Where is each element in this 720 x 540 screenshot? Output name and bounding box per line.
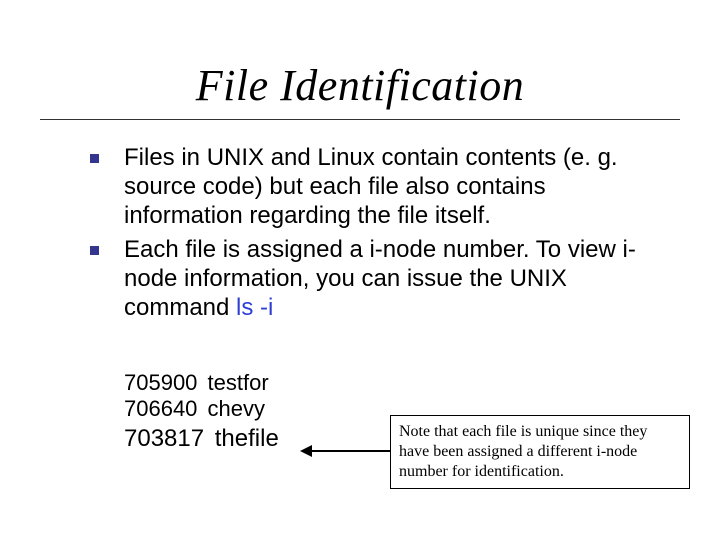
slide: File Identification Files in UNIX and Li…: [0, 0, 720, 540]
arrow-head: [300, 445, 312, 457]
arrow-shaft: [310, 450, 396, 452]
inode-row: 703817 thefile: [124, 425, 279, 454]
bullet-text: Files in UNIX and Linux contain contents…: [124, 144, 618, 229]
inode-filename: chevy: [208, 396, 265, 421]
inode-listing: 705900 testfor 706640 chevy 703817 thefi…: [124, 370, 279, 454]
title-underline: [40, 119, 680, 120]
inode-number: 706640: [124, 396, 197, 421]
inode-row: 705900 testfor: [124, 370, 279, 396]
bullet-text: Each file is assigned a i-node number. T…: [124, 236, 636, 321]
inode-number: 703817: [124, 425, 204, 452]
inode-row: 706640 chevy: [124, 396, 279, 422]
bullet-item: Each file is assigned a i-node number. T…: [90, 236, 656, 322]
inode-filename: testfor: [208, 370, 269, 395]
note-box: Note that each file is unique since they…: [390, 415, 690, 489]
arrow-left-icon: [300, 445, 396, 457]
slide-title: File Identification: [0, 0, 720, 119]
inode-number: 705900: [124, 370, 197, 395]
square-bullet-icon: [90, 154, 99, 163]
command-text: ls -i: [236, 294, 273, 321]
bullet-item: Files in UNIX and Linux contain contents…: [90, 144, 656, 230]
bullet-list: Files in UNIX and Linux contain contents…: [0, 144, 720, 323]
square-bullet-icon: [90, 246, 99, 255]
inode-filename: thefile: [215, 425, 279, 452]
